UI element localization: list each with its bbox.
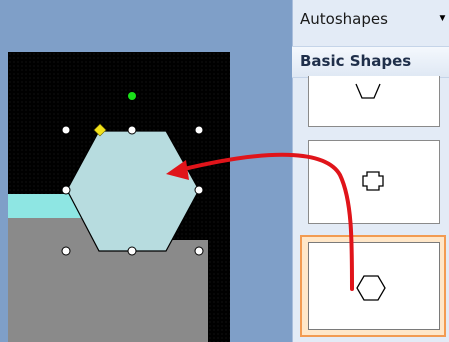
sizing-handle[interactable] bbox=[61, 185, 71, 195]
sizing-handle[interactable] bbox=[194, 246, 204, 256]
overlay-graphics bbox=[61, 83, 386, 301]
sizing-handle[interactable] bbox=[127, 125, 137, 135]
hexagon-shape[interactable] bbox=[66, 130, 200, 252]
sizing-handle[interactable] bbox=[194, 125, 204, 135]
sizing-handle[interactable] bbox=[61, 246, 71, 256]
sizing-handle[interactable] bbox=[61, 125, 71, 135]
drag-arrow bbox=[178, 152, 354, 291]
sizing-handle[interactable] bbox=[194, 185, 204, 195]
sizing-handle[interactable] bbox=[127, 246, 137, 256]
hexagon-icon bbox=[356, 275, 386, 301]
hexagon-partial-icon bbox=[355, 83, 381, 99]
cross-shape-icon bbox=[362, 171, 384, 191]
rotation-handle[interactable] bbox=[128, 92, 136, 100]
